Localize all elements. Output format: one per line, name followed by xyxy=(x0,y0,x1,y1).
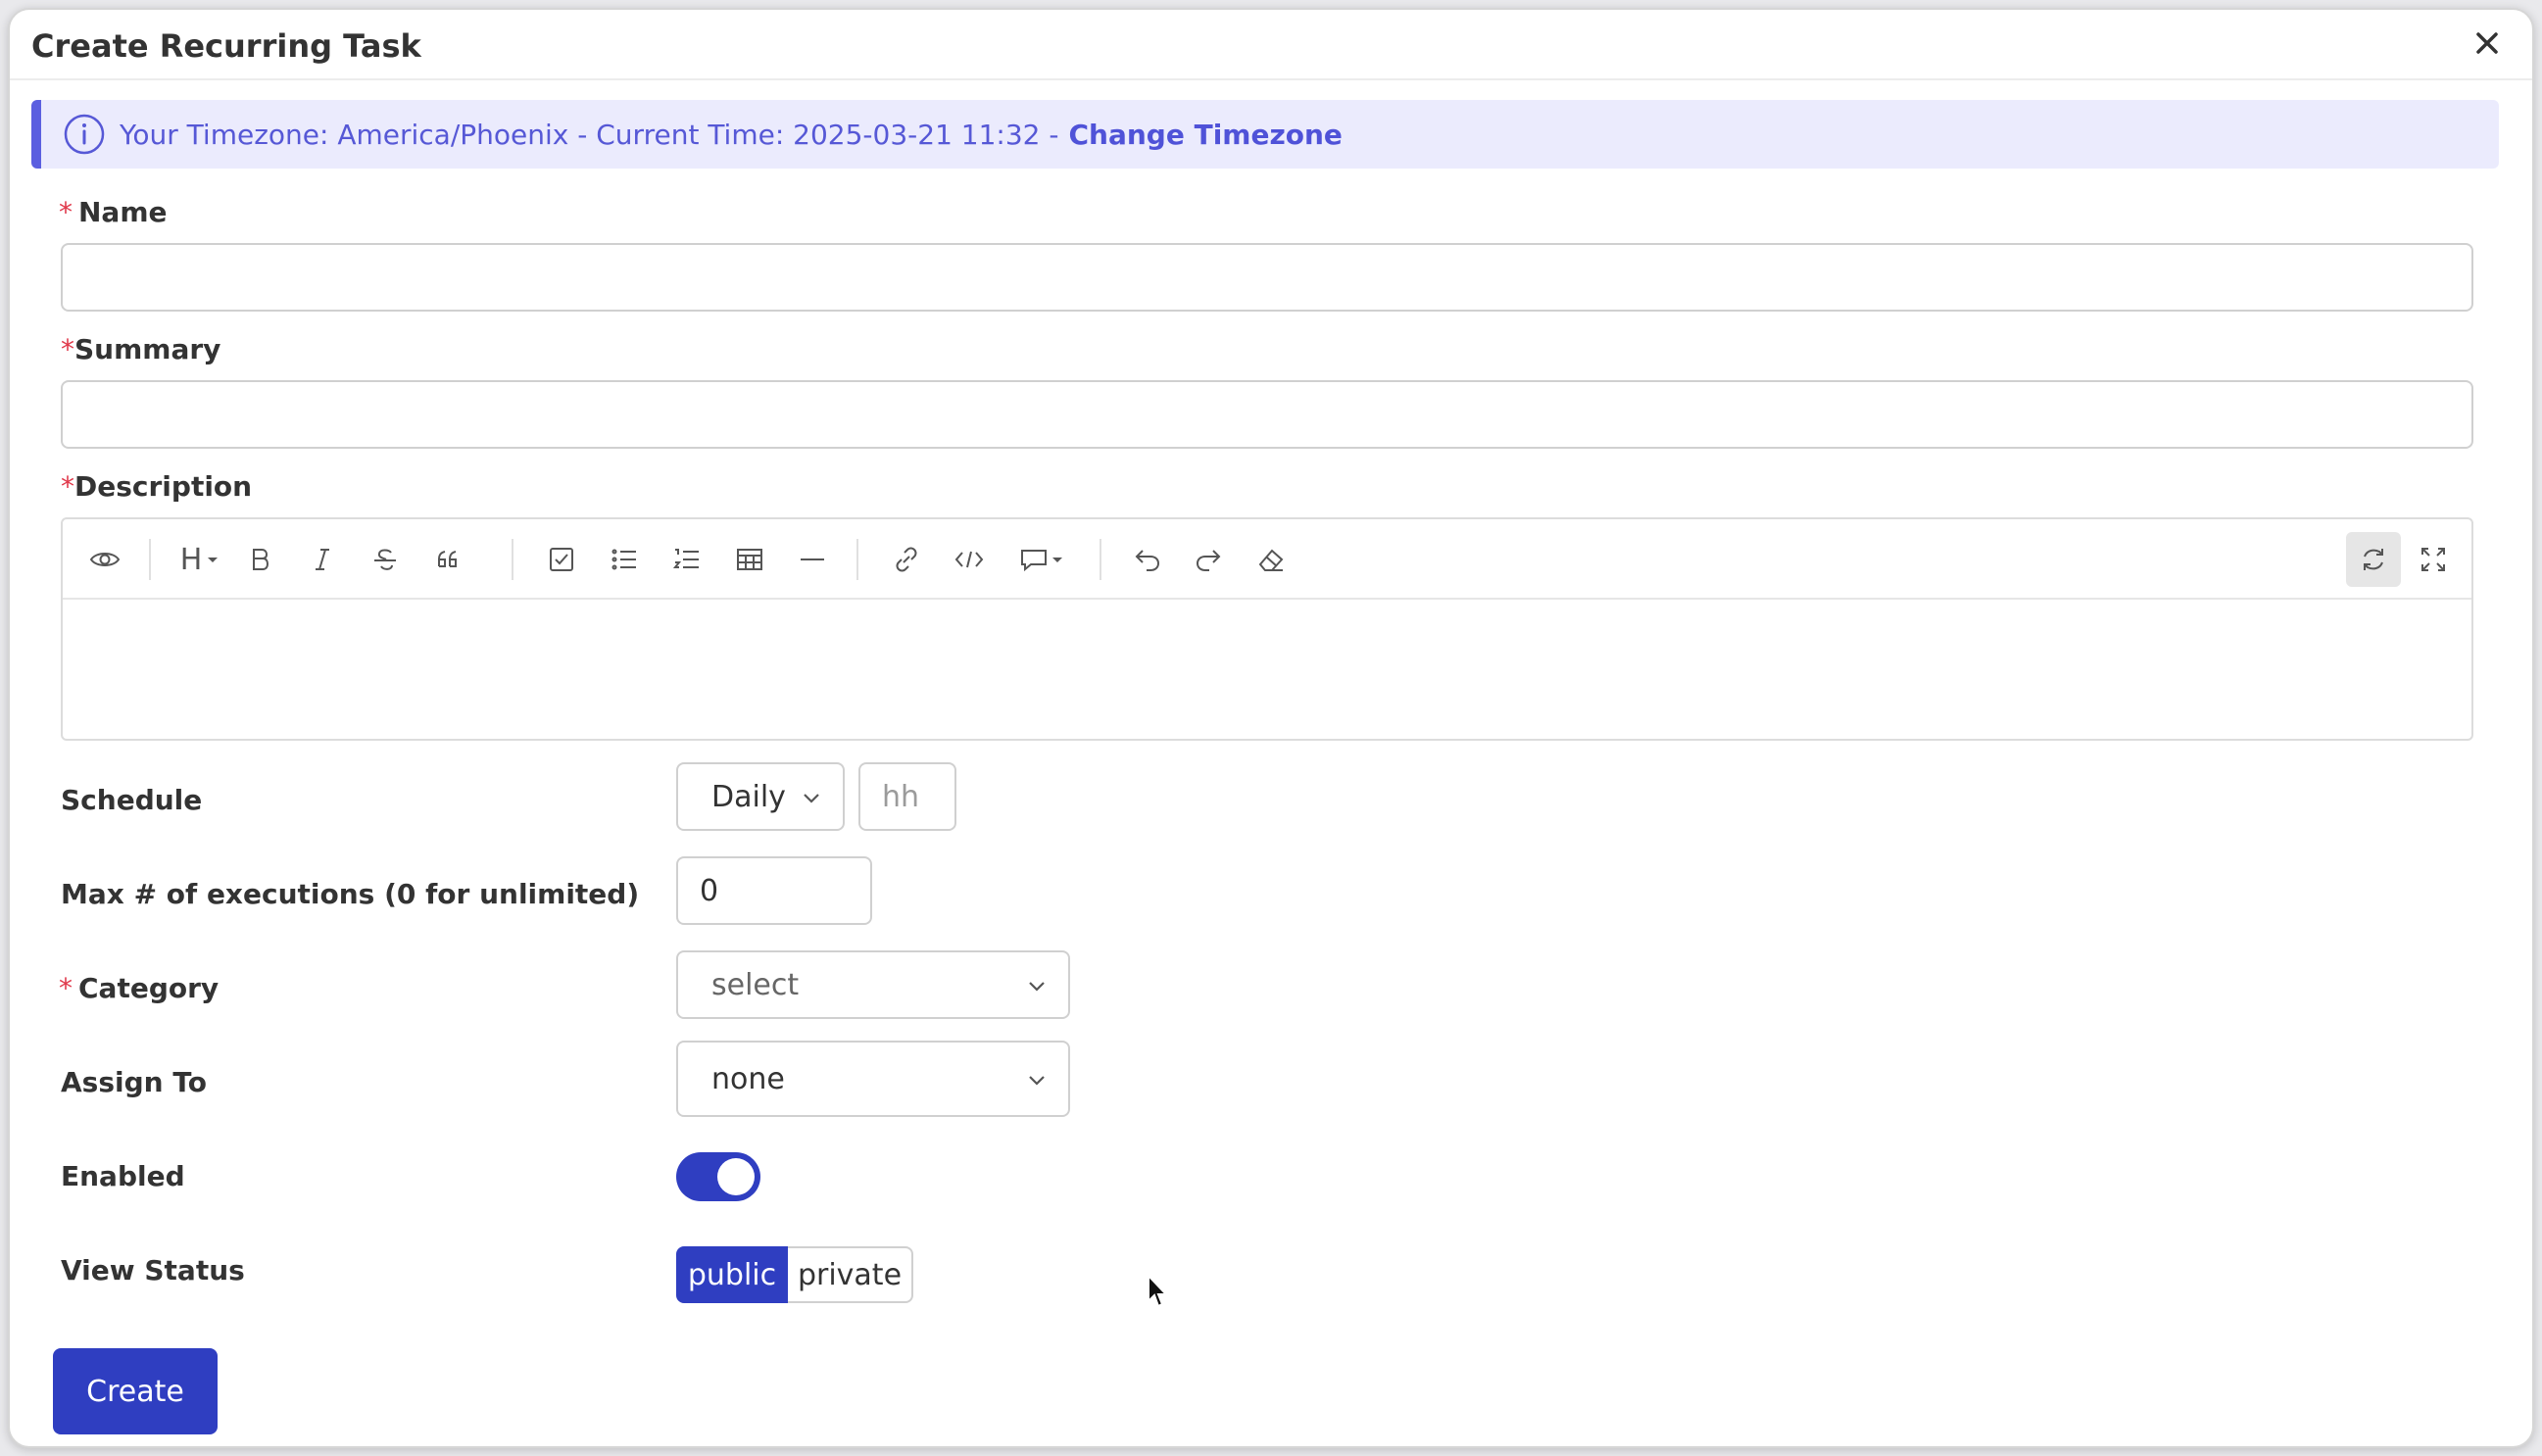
create-button[interactable]: Create xyxy=(53,1348,218,1434)
summary-input[interactable] xyxy=(61,380,2473,449)
code-icon[interactable] xyxy=(949,539,990,580)
schedule-label: Schedule xyxy=(61,784,203,816)
description-editor: H xyxy=(61,517,2473,741)
assign-to-label: Assign To xyxy=(61,1066,207,1098)
eraser-icon[interactable] xyxy=(1250,539,1292,580)
info-icon xyxy=(64,114,105,155)
name-input[interactable] xyxy=(61,243,2473,312)
max-executions-input[interactable]: 0 xyxy=(676,856,872,925)
dialog-title: Create Recurring Task xyxy=(31,27,421,65)
horizontal-rule-icon[interactable] xyxy=(792,539,833,580)
chevron-down-icon xyxy=(1029,1076,1045,1086)
editor-content-area[interactable] xyxy=(63,602,2471,739)
redo-icon[interactable] xyxy=(1188,539,1229,580)
max-executions-label: Max # of executions (0 for unlimited) xyxy=(61,878,640,910)
quote-icon[interactable] xyxy=(427,539,468,580)
chevron-down-icon xyxy=(804,794,819,803)
strikethrough-icon[interactable] xyxy=(365,539,406,580)
bullet-list-icon[interactable] xyxy=(604,539,645,580)
timezone-text: Your Timezone: America/Phoenix - Current… xyxy=(120,118,1059,151)
create-recurring-task-dialog: Create Recurring Task Your Timezone: Ame… xyxy=(8,8,2534,1448)
category-select[interactable]: select xyxy=(676,950,1070,1019)
sync-icon[interactable] xyxy=(2346,532,2401,587)
fullscreen-icon[interactable] xyxy=(2413,539,2454,580)
description-label: *Description xyxy=(61,470,253,503)
comment-icon[interactable] xyxy=(1011,539,1070,580)
bold-icon[interactable] xyxy=(239,539,280,580)
toggle-knob xyxy=(717,1158,755,1195)
timezone-banner: Your Timezone: America/Phoenix - Current… xyxy=(31,100,2499,169)
link-icon[interactable] xyxy=(886,539,927,580)
numbered-list-icon[interactable] xyxy=(666,539,708,580)
view-status-private[interactable]: private xyxy=(788,1246,913,1303)
toolbar-divider xyxy=(512,539,513,580)
close-icon[interactable] xyxy=(2468,24,2507,63)
name-label: * Name xyxy=(59,196,168,228)
undo-icon[interactable] xyxy=(1127,539,1168,580)
hour-input[interactable]: hh xyxy=(858,762,956,831)
view-status-label: View Status xyxy=(61,1254,245,1286)
mouse-cursor-icon xyxy=(1148,1274,1169,1308)
summary-label: *Summary xyxy=(61,333,221,365)
schedule-select[interactable]: Daily xyxy=(676,762,845,831)
view-status-public[interactable]: public xyxy=(676,1246,788,1303)
chevron-down-icon xyxy=(1029,982,1045,992)
dialog-header: Create Recurring Task xyxy=(10,10,2532,80)
checklist-icon[interactable] xyxy=(541,539,582,580)
category-label: * Category xyxy=(59,972,220,1004)
heading-icon[interactable]: H xyxy=(172,539,227,580)
enabled-toggle[interactable] xyxy=(676,1152,760,1201)
enabled-label: Enabled xyxy=(61,1160,185,1192)
toolbar-divider xyxy=(1100,539,1101,580)
italic-icon[interactable] xyxy=(302,539,343,580)
editor-toolbar: H xyxy=(63,519,2471,600)
eye-icon[interactable] xyxy=(84,539,125,580)
toolbar-divider xyxy=(856,539,858,580)
change-timezone-link[interactable]: Change Timezone xyxy=(1069,119,1343,151)
table-icon[interactable] xyxy=(729,539,770,580)
toolbar-divider xyxy=(149,539,151,580)
assign-to-select[interactable]: none xyxy=(676,1041,1070,1117)
